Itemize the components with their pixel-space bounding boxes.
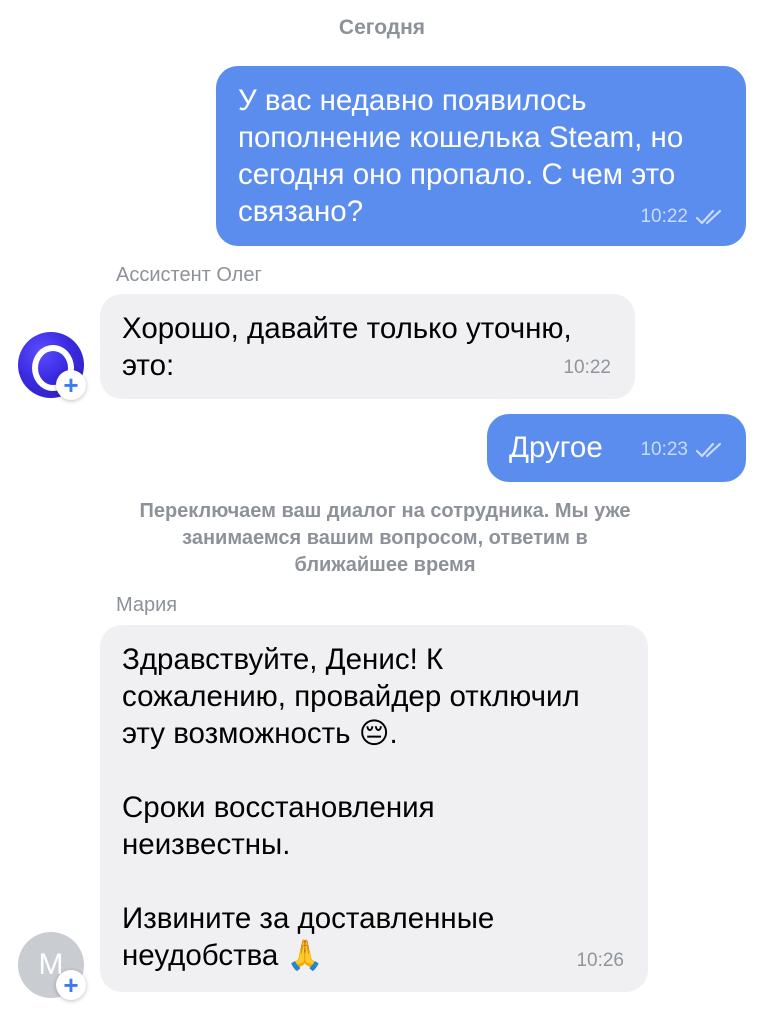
incoming-message-bubble[interactable]: Хорошо, давайте только уточню, это: 10:2… [100, 294, 635, 399]
incoming-message-bubble[interactable]: Здравствуйте, Денис! К сожалению, провай… [100, 625, 648, 992]
double-check-icon [696, 209, 724, 225]
system-notice-text: Переключаем ваш диалог на сотрудника. Мы… [139, 500, 631, 576]
date-separator: Сегодня [338, 16, 426, 39]
message-meta: 10:22 [563, 358, 611, 378]
message-time: 10:26 [576, 950, 624, 971]
add-contact-badge[interactable]: + [56, 370, 86, 400]
message-time: 10:22 [640, 206, 688, 227]
message-time: 10:22 [563, 357, 611, 378]
message-meta: 10:23 [640, 440, 724, 460]
sender-name: Мария [116, 594, 178, 616]
outgoing-message-bubble[interactable]: Другое 10:23 [487, 414, 746, 482]
add-contact-badge[interactable]: + [56, 970, 86, 1000]
message-meta: 10:22 [640, 207, 724, 227]
message-text: Здравствуйте, Денис! К сожалению, провай… [122, 643, 580, 972]
system-notice: Переключаем ваш диалог на сотрудника. Мы… [90, 498, 680, 579]
message-meta: 10:26 [576, 951, 624, 971]
outgoing-message-bubble[interactable]: У вас недавно появилось пополнение кошел… [216, 66, 746, 246]
message-text: Хорошо, давайте только уточню, это: [122, 312, 572, 382]
message-time: 10:23 [640, 439, 688, 460]
sender-name: Ассистент Олег [116, 264, 262, 286]
double-check-icon [696, 442, 724, 458]
